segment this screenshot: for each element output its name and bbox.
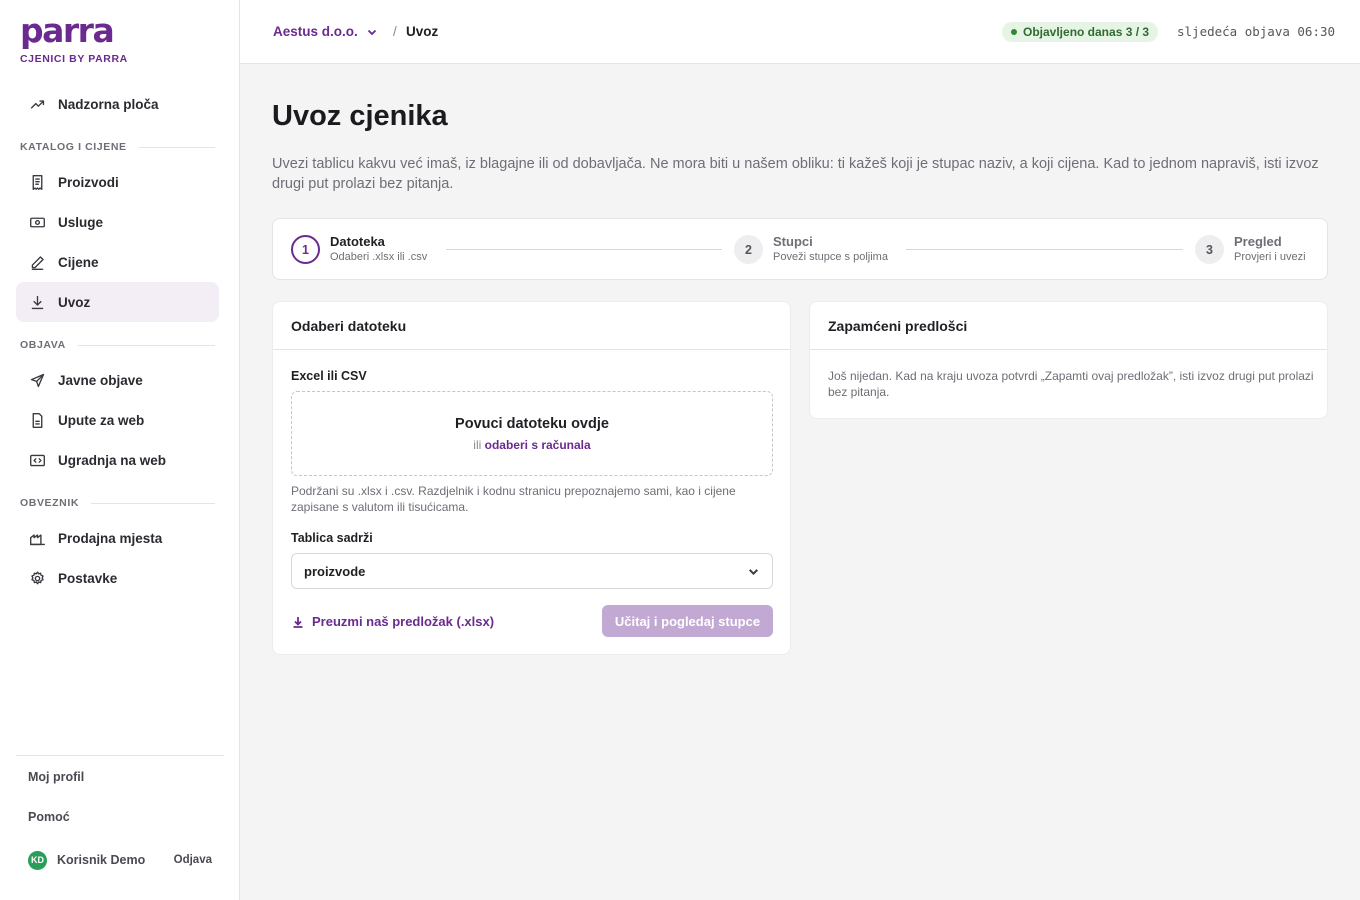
card-title: Zapamćeni predlošci	[810, 302, 1327, 350]
dropzone-subtitle: ili odaberi s računala	[292, 438, 772, 452]
cash-icon	[28, 213, 46, 231]
section-label-obveznik: OBVEZNIK	[20, 497, 215, 509]
trend-icon	[28, 95, 46, 113]
download-icon	[28, 293, 46, 311]
sidebar-item-ugradnja-na-web[interactable]: Ugradnja na web	[16, 440, 219, 480]
breadcrumb-current: Uvoz	[406, 24, 439, 39]
org-name: Aestus d.o.o.	[273, 24, 358, 39]
file-icon	[28, 411, 46, 429]
import-stepper: 1 Datoteka Odaberi .xlsx ili .csv 2 Stup…	[272, 218, 1328, 280]
sidebar-item-prodajna-mjesta[interactable]: Prodajna mjesta	[16, 518, 219, 558]
step-connector	[446, 249, 722, 250]
step-subtitle: Provjeri i uvezi	[1234, 251, 1306, 263]
sidebar-item-postavke[interactable]: Postavke	[16, 558, 219, 598]
step-title: Datoteka	[330, 234, 385, 249]
sidebar-item-label: Postavke	[58, 570, 118, 586]
logout-button[interactable]: Odjava	[174, 854, 212, 866]
step-columns[interactable]: 2 Stupci Poveži stupce s poljima	[734, 234, 888, 265]
profile-link[interactable]: Moj profil	[28, 770, 84, 784]
dropzone-title: Povuci datoteku ovdje	[455, 416, 609, 432]
sidebar-item-label: Proizvodi	[58, 174, 119, 190]
card-title: Odaberi datoteku	[273, 302, 790, 350]
step-file[interactable]: 1 Datoteka Odaberi .xlsx ili .csv	[291, 234, 427, 265]
sidebar-divider	[16, 755, 224, 756]
next-publish-time: sljedeća objava 06:30	[1177, 24, 1336, 39]
file-dropzone[interactable]: Povuci datoteku ovdje ili odaberi s raču…	[291, 391, 773, 476]
receipt-icon	[28, 173, 46, 191]
saved-templates-card: Zapamćeni predlošci Još nijedan. Kad na …	[809, 301, 1328, 419]
download-template-link[interactable]: Preuzmi naš predložak (.xlsx)	[291, 614, 494, 629]
step-title: Pregled	[1234, 234, 1282, 249]
breadcrumb-separator: /	[393, 24, 397, 39]
page-title: Uvoz cjenika	[272, 100, 448, 132]
step-subtitle: Odaberi .xlsx ili .csv	[330, 251, 428, 263]
file-card: Odaberi datoteku Excel ili CSV Povuci da…	[272, 301, 791, 655]
sidebar-item-javne-objave[interactable]: Javne objave	[16, 360, 219, 400]
sidebar-item-label: Ugradnja na web	[58, 452, 167, 468]
status-dot-icon	[1011, 29, 1017, 35]
status-badge: Objavljeno danas 3 / 3	[1002, 22, 1159, 42]
section-label-objava: OBJAVA	[20, 339, 215, 351]
sidebar-item-dashboard[interactable]: Nadzorna ploča	[16, 84, 219, 124]
page-description: Uvezi tablicu kakvu već imaš, iz blagajn…	[272, 156, 1319, 192]
load-columns-button[interactable]: Učitaj i pogledaj stupce	[602, 605, 773, 637]
step-review[interactable]: 3 Pregled Provjeri i uvezi	[1195, 234, 1306, 265]
download-template-label: Preuzmi naš predložak (.xlsx)	[312, 614, 495, 629]
download-icon	[293, 616, 303, 628]
user-row: KD Korisnik Demo Odjava	[28, 850, 212, 870]
step-title: Stupci	[773, 234, 813, 249]
sidebar-item-upute-za-web[interactable]: Upute za web	[16, 400, 219, 440]
sidebar-item-label: Cijene	[58, 254, 99, 270]
sidebar-item-label: Nadzorna ploča	[58, 96, 159, 112]
file-hint: Podržani su .xlsx i .csv. Razdjelnik i k…	[291, 484, 736, 514]
gear-icon	[28, 569, 46, 587]
factory-icon	[28, 529, 46, 547]
dropzone-or: ili	[473, 438, 482, 452]
step-subtitle: Poveži stupce s poljima	[773, 251, 888, 263]
sidebar-item-label: Usluge	[58, 214, 104, 230]
step-number: 3	[1195, 235, 1224, 264]
browse-file-link[interactable]: odaberi s računala	[485, 438, 591, 452]
sidebar-item-proizvodi[interactable]: Proizvodi	[16, 162, 219, 202]
step-number: 1	[291, 235, 320, 264]
help-link[interactable]: Pomoć	[28, 810, 70, 824]
brand-subtitle: CJENICI BY PARRA	[20, 53, 128, 65]
sidebar-item-uvoz[interactable]: Uvoz	[16, 282, 219, 322]
chevron-down-icon	[749, 568, 758, 575]
step-connector	[906, 249, 1183, 250]
topbar: Aestus d.o.o. / Uvoz Objavljeno danas 3 …	[240, 0, 1360, 64]
templates-empty-text: Još nijedan. Kad na kraju uvoza potvrdi …	[828, 369, 1314, 399]
sidebar-item-label: Javne objave	[58, 372, 143, 388]
sidebar-item-label: Uvoz	[58, 294, 91, 310]
step-number: 2	[734, 235, 763, 264]
brand-logo[interactable]: parra	[20, 12, 115, 50]
contains-label: Tablica sadrži	[291, 531, 373, 545]
status-text: Objavljeno danas 3 / 3	[1023, 25, 1150, 39]
sidebar-item-label: Prodajna mjesta	[58, 530, 163, 546]
section-label-catalog: KATALOG I CIJENE	[20, 141, 215, 153]
contains-select[interactable]: proizvode	[291, 553, 773, 589]
send-icon	[28, 371, 46, 389]
org-switcher[interactable]: Aestus d.o.o.	[273, 24, 378, 39]
code-icon	[28, 451, 46, 469]
sidebar: parra CJENICI BY PARRA Nadzorna ploča KA…	[0, 0, 240, 900]
sidebar-item-usluge[interactable]: Usluge	[16, 202, 219, 242]
user-name: Korisnik Demo	[57, 853, 146, 867]
file-field-label: Excel ili CSV	[291, 369, 367, 383]
sidebar-item-label: Upute za web	[58, 412, 145, 428]
contains-value: proizvode	[304, 563, 366, 579]
pencil-icon	[28, 253, 46, 271]
sidebar-item-cijene[interactable]: Cijene	[16, 242, 219, 282]
avatar: KD	[28, 850, 47, 870]
chevron-down-icon	[367, 29, 376, 35]
